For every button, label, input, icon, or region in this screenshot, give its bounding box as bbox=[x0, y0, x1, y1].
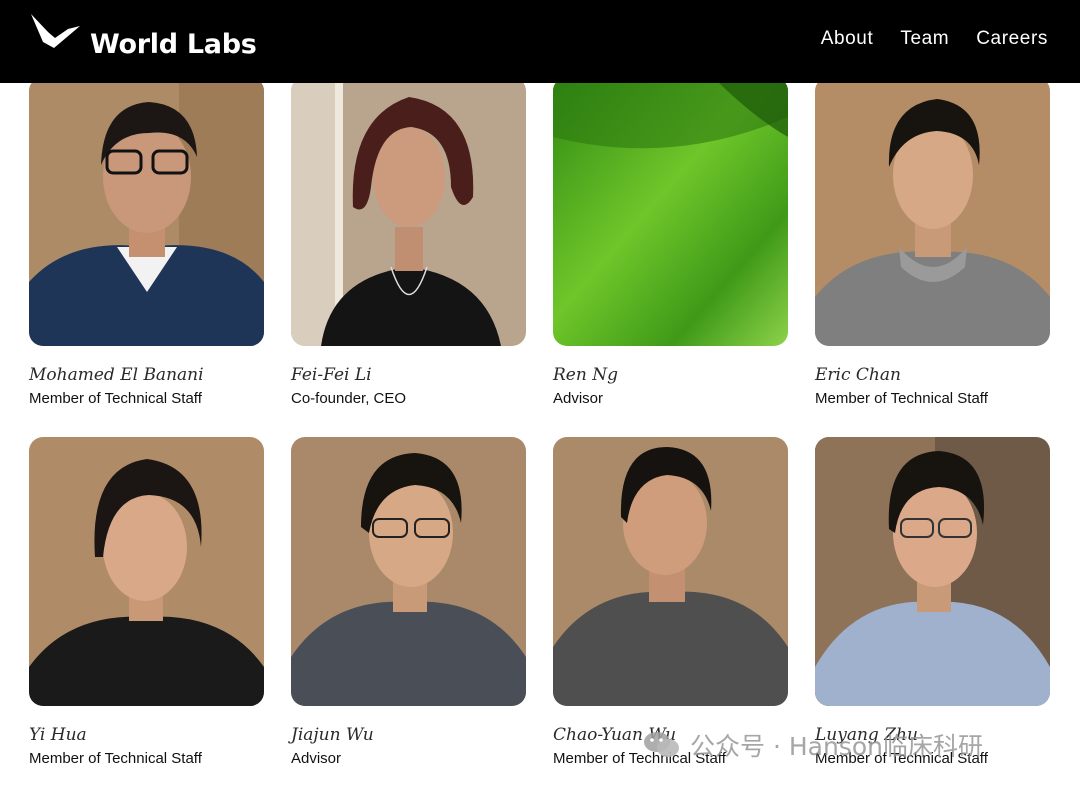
team-member-card[interactable]: Ren Ng Advisor bbox=[553, 77, 788, 408]
portrait-photo[interactable] bbox=[553, 77, 788, 346]
team-member-card[interactable]: Fei-Fei Li Co-founder, CEO bbox=[291, 77, 526, 408]
member-name: Eric Chan bbox=[815, 365, 901, 385]
portrait-photo[interactable] bbox=[29, 437, 264, 706]
portrait-photo[interactable] bbox=[291, 77, 526, 346]
portrait-photo[interactable] bbox=[553, 437, 788, 706]
member-name: Fei-Fei Li bbox=[291, 365, 372, 385]
member-role: Co-founder, CEO bbox=[291, 390, 407, 407]
member-name: Yi Hua bbox=[29, 725, 87, 745]
main-nav: About Team Careers bbox=[821, 28, 1048, 50]
member-name: Luyang Zhu bbox=[815, 725, 918, 745]
member-name: Ren Ng bbox=[553, 365, 618, 385]
member-role: Advisor bbox=[291, 750, 342, 767]
member-role: Member of Technical Staff bbox=[815, 390, 988, 407]
brand-name: World Labs bbox=[90, 29, 257, 60]
team-member-card[interactable]: Yi Hua Member of Technical Staff bbox=[29, 437, 264, 768]
member-role: Member of Technical Staff bbox=[29, 750, 202, 767]
member-role: Member of Technical Staff bbox=[29, 390, 202, 407]
team-member-card[interactable]: Jiajun Wu Advisor bbox=[291, 437, 526, 768]
member-role: Advisor bbox=[553, 390, 604, 407]
team-member-card[interactable]: Chao-Yuan Wu Member of Technical Staff bbox=[553, 437, 788, 768]
team-grid: Mohamed El Banani Member of Technical St… bbox=[29, 77, 1050, 768]
nav-team-link[interactable]: Team bbox=[900, 28, 949, 50]
member-name: Chao-Yuan Wu bbox=[553, 725, 677, 745]
portrait-photo[interactable] bbox=[291, 437, 526, 706]
nav-about-link[interactable]: About bbox=[821, 28, 874, 50]
member-role: Member of Technical Staff bbox=[553, 750, 726, 767]
team-member-card[interactable]: Eric Chan Member of Technical Staff bbox=[815, 77, 1050, 408]
portrait-photo[interactable] bbox=[815, 437, 1050, 706]
portrait-photo[interactable] bbox=[815, 77, 1050, 346]
top-navigation-bar: World Labs About Team Careers bbox=[0, 0, 1080, 83]
member-name: Jiajun Wu bbox=[291, 725, 374, 745]
member-name: Mohamed El Banani bbox=[29, 365, 204, 385]
team-member-card[interactable]: Luyang Zhu Member of Technical Staff bbox=[815, 437, 1050, 768]
nav-careers-link[interactable]: Careers bbox=[976, 28, 1048, 50]
world-labs-logo-icon bbox=[31, 14, 80, 48]
portrait-photo[interactable] bbox=[29, 77, 264, 346]
member-role: Member of Technical Staff bbox=[815, 750, 988, 767]
team-member-card[interactable]: Mohamed El Banani Member of Technical St… bbox=[29, 77, 264, 408]
brand-logo[interactable]: World Labs bbox=[28, 12, 257, 60]
